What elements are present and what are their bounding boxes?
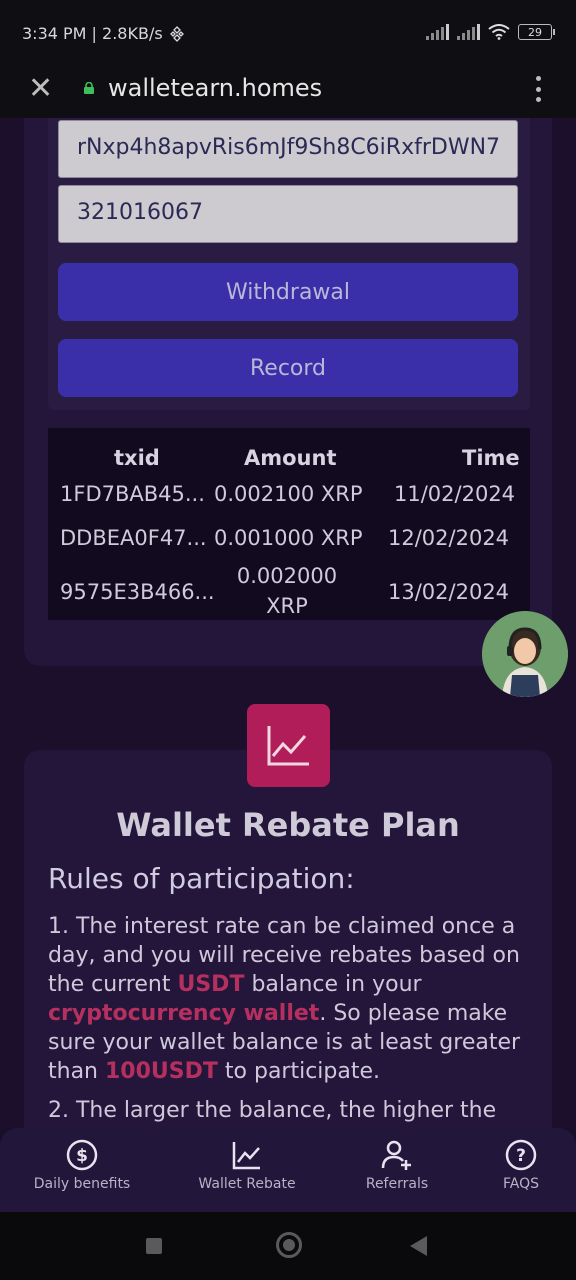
rule-2: 2. The larger the balance, the higher th…: [48, 1098, 497, 1123]
binance-icon: [169, 25, 184, 42]
row3-amount-line2: XRP: [266, 594, 308, 618]
battery-icon: 29: [518, 24, 555, 40]
url-text[interactable]: walletearn.homes: [108, 74, 322, 102]
col-header-amount: Amount: [244, 446, 337, 470]
tab-label-wallet-rebate: Wallet Rebate: [198, 1176, 296, 1192]
wifi-icon: [488, 24, 510, 40]
tab-wallet-rebate[interactable]: Wallet Rebate: [182, 1138, 312, 1192]
system-nav-bar: [0, 1212, 576, 1280]
rebate-chart-badge: [247, 704, 330, 787]
page-content: rNxp4h8apvRis6mJf9Sh8C6iRxfrDWN7 3210160…: [0, 118, 576, 1128]
tab-label-daily-benefits: Daily benefits: [33, 1176, 131, 1192]
home-icon[interactable]: [276, 1232, 302, 1258]
col-header-time: Time: [462, 446, 520, 470]
status-right: 29: [426, 24, 555, 40]
status-left: 3:34 PM | 2.8KB/s: [22, 24, 185, 43]
bottom-tab-bar: $ Daily benefits Wallet Rebate Referrals…: [0, 1128, 576, 1212]
row1-amount: 0.002100 XRP: [214, 482, 363, 506]
record-button[interactable]: Record: [58, 339, 518, 397]
rules-heading: Rules of participation:: [48, 862, 355, 895]
lock-icon: [84, 82, 94, 94]
row1-txid: 1FD7BAB45...: [60, 482, 205, 506]
support-agent-icon: [482, 611, 568, 697]
chart-line-icon: [267, 726, 309, 766]
dollar-circle-icon: $: [66, 1139, 98, 1171]
rule-1: 1. The interest rate can be claimed once…: [48, 912, 538, 1086]
row3-time: 13/02/2024: [388, 580, 510, 604]
rule1-part-d: to participate.: [217, 1059, 381, 1084]
chart-line-icon: [232, 1142, 260, 1170]
browser-url-bar: ✕ walletearn.homes: [0, 62, 576, 118]
tab-referrals[interactable]: Referrals: [332, 1138, 462, 1192]
svg-text:?: ?: [516, 1146, 526, 1166]
col-header-txid: txid: [114, 446, 160, 470]
row2-time: 12/02/2024: [388, 526, 510, 550]
back-icon[interactable]: [410, 1236, 427, 1256]
close-icon[interactable]: ✕: [28, 74, 53, 104]
rebate-plan-title: Wallet Rebate Plan: [116, 806, 460, 844]
row1-time: 11/02/2024: [394, 482, 516, 506]
destination-tag-input[interactable]: 321016067: [58, 185, 518, 243]
add-user-icon: [381, 1140, 411, 1170]
support-avatar[interactable]: [482, 611, 568, 697]
row3-amount-line1: 0.002000: [236, 564, 338, 588]
wallet-address-input[interactable]: rNxp4h8apvRis6mJf9Sh8C6iRxfrDWN7: [58, 120, 518, 178]
rules-text: 1. The interest rate can be claimed once…: [48, 912, 538, 1125]
signal-icon: [426, 24, 449, 40]
signal-icon-2: [457, 24, 480, 40]
recents-icon[interactable]: [146, 1238, 162, 1254]
svg-text:$: $: [76, 1146, 88, 1166]
rule1-highlight-amount: 100USDT: [105, 1059, 218, 1084]
withdrawal-button[interactable]: Withdrawal: [58, 263, 518, 321]
records-table: txid Amount Time 1FD7BAB45... 0.002100 X…: [48, 428, 530, 620]
question-circle-icon: ?: [505, 1139, 537, 1171]
tab-daily-benefits[interactable]: $ Daily benefits: [17, 1138, 147, 1192]
rule1-part-b: balance in your: [244, 972, 422, 997]
tab-label-faqs: FAQS: [502, 1176, 539, 1192]
battery-level: 29: [528, 25, 542, 39]
status-bar: 3:34 PM | 2.8KB/s 29: [0, 0, 576, 62]
tab-faqs[interactable]: ? FAQS: [456, 1138, 576, 1192]
tab-label-referrals: Referrals: [365, 1176, 429, 1192]
row2-txid: DDBEA0F47...: [60, 526, 207, 550]
row2-amount: 0.001000 XRP: [214, 526, 363, 550]
rule1-highlight-usdt: USDT: [177, 972, 245, 997]
row3-txid: 9575E3B466...: [60, 580, 215, 604]
rule1-highlight-wallet: cryptocurrency wallet: [48, 1001, 320, 1026]
more-menu-icon[interactable]: [536, 76, 542, 102]
status-time-speed: 3:34 PM | 2.8KB/s: [22, 24, 163, 43]
